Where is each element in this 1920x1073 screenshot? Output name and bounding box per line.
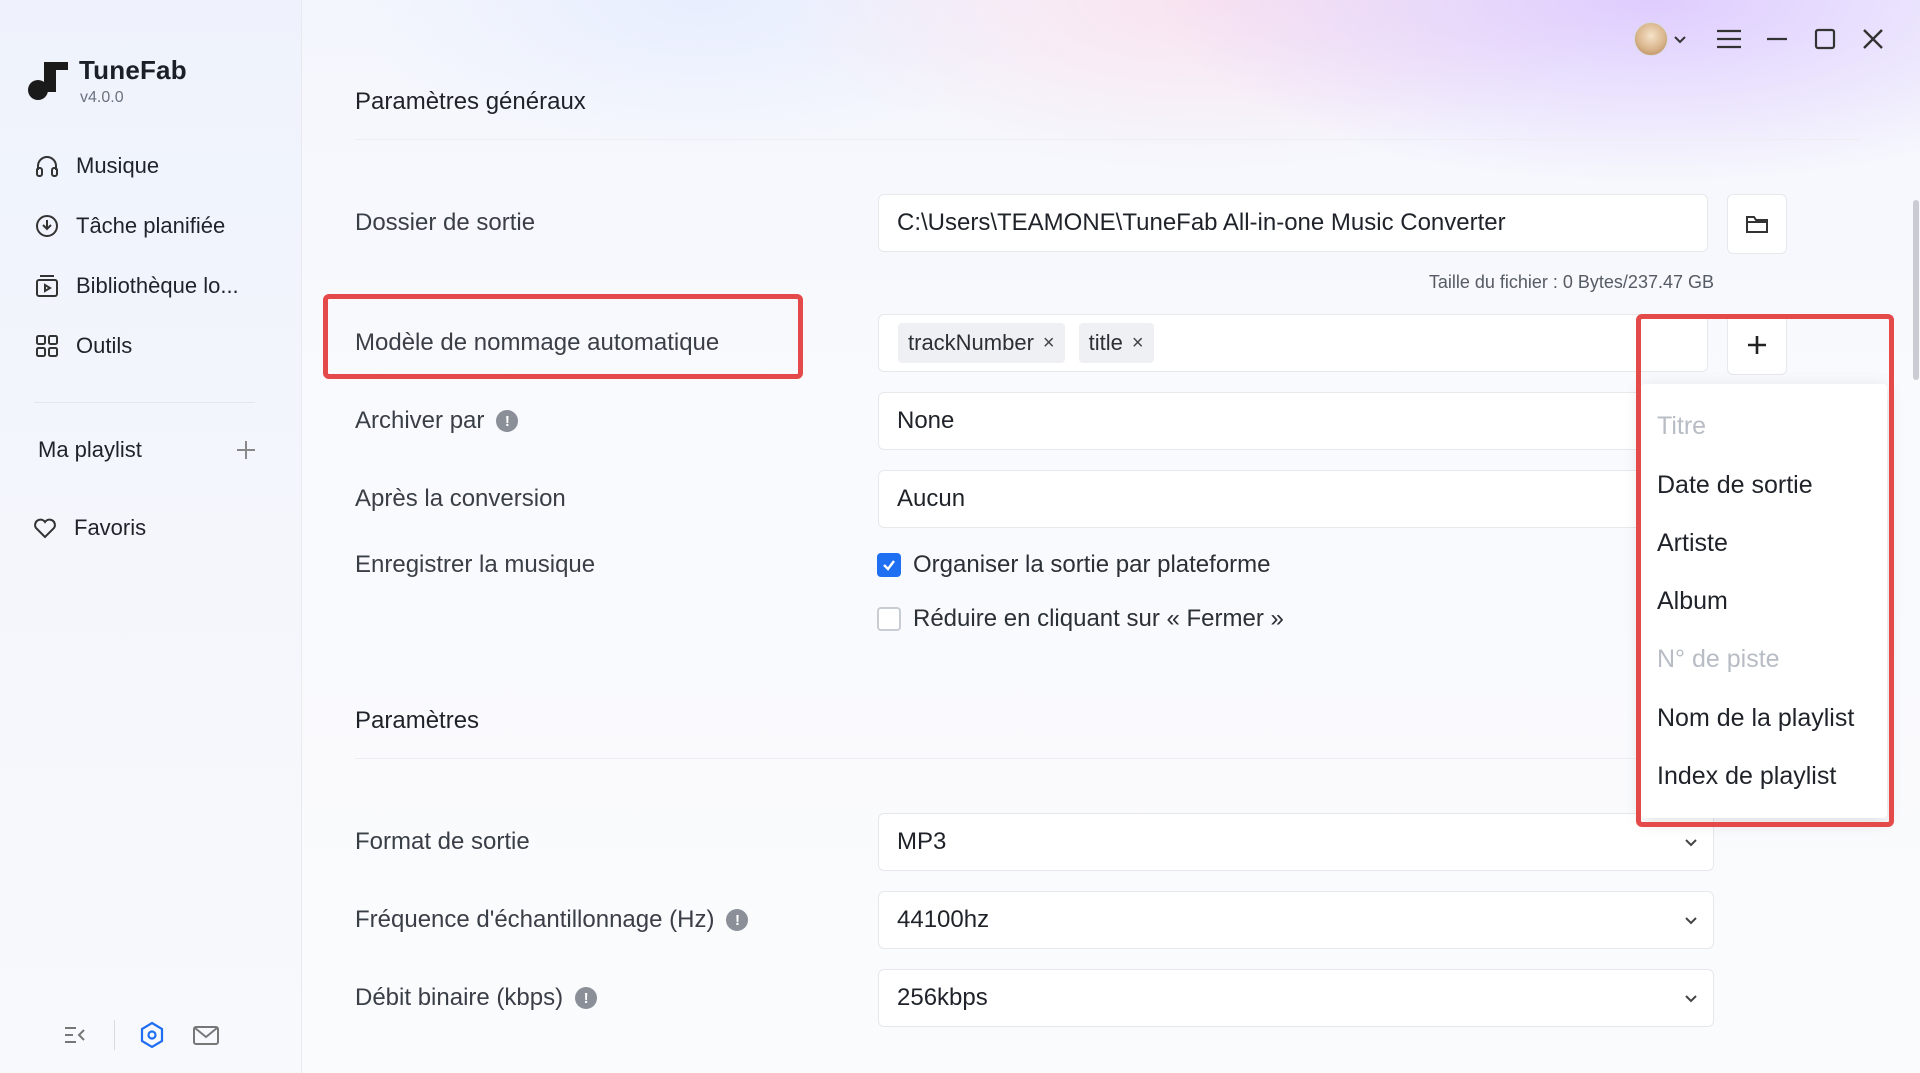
sample-rate-select[interactable]: 44100hz bbox=[878, 891, 1714, 949]
tag-label: title bbox=[1088, 330, 1123, 355]
bitrate-value: 256kbps bbox=[897, 984, 988, 1011]
menu-icon[interactable] bbox=[1712, 22, 1746, 56]
maximize-icon[interactable] bbox=[1808, 22, 1842, 56]
headphones-icon bbox=[36, 156, 58, 177]
settings-icon[interactable] bbox=[137, 1020, 167, 1050]
sample-rate-label: Fréquence d'échantillonnage (Hz) ! bbox=[355, 900, 749, 940]
section-divider bbox=[355, 758, 1715, 759]
close-icon[interactable] bbox=[1856, 22, 1890, 56]
parameters-title: Paramètres bbox=[355, 707, 480, 734]
minimize-on-close-checkbox[interactable]: Réduire en cliquant sur « Fermer » bbox=[877, 605, 1284, 633]
minimize-icon[interactable] bbox=[1760, 22, 1794, 56]
sidebar-item-bibliotheque[interactable]: Bibliothèque lo... bbox=[34, 266, 239, 306]
sidebar-item-outils[interactable]: Outils bbox=[34, 326, 132, 366]
highlight-dropdown bbox=[1636, 314, 1894, 827]
naming-tag: trackNumber × bbox=[898, 323, 1065, 363]
minimize-label: Réduire en cliquant sur « Fermer » bbox=[913, 605, 1284, 632]
sidebar-divider bbox=[34, 402, 255, 403]
sidebar-item-tache-planifiee[interactable]: Tâche planifiée bbox=[34, 206, 225, 246]
download-clock-icon bbox=[36, 215, 58, 237]
sidebar-item-label: Tâche planifiée bbox=[76, 213, 226, 238]
heart-icon bbox=[34, 518, 56, 539]
sidebar-item-label: Musique bbox=[76, 153, 160, 178]
scrollbar[interactable] bbox=[1913, 200, 1919, 380]
archive-by-select[interactable]: None bbox=[878, 392, 1714, 450]
collapse-sidebar-icon[interactable] bbox=[60, 1020, 90, 1050]
toolbar-divider bbox=[114, 1020, 115, 1050]
naming-template-field[interactable]: trackNumber × title × bbox=[878, 314, 1708, 372]
organize-by-platform-checkbox[interactable]: Organiser la sortie par plateforme bbox=[877, 551, 1271, 579]
output-format-select[interactable]: MP3 bbox=[878, 813, 1714, 871]
archive-by-label: Archiver par ! bbox=[355, 401, 519, 441]
highlight-naming-label bbox=[323, 294, 803, 379]
chevron-down-icon bbox=[1685, 839, 1697, 847]
browse-folder-button[interactable] bbox=[1727, 194, 1787, 254]
output-format-value: MP3 bbox=[897, 828, 947, 855]
remove-tag-icon[interactable]: × bbox=[1043, 332, 1055, 355]
grid-icon bbox=[36, 335, 58, 357]
save-music-label: Enregistrer la musique bbox=[355, 551, 596, 578]
tag-label: trackNumber bbox=[908, 330, 1034, 355]
info-icon[interactable]: ! bbox=[726, 909, 749, 931]
sidebar-item-label: Favoris bbox=[74, 515, 147, 540]
sidebar-bottom-toolbar bbox=[60, 1020, 221, 1050]
remove-tag-icon[interactable]: × bbox=[1132, 332, 1144, 355]
organize-label: Organiser la sortie par plateforme bbox=[913, 551, 1271, 578]
library-icon bbox=[36, 275, 58, 297]
window-controls bbox=[1634, 22, 1890, 56]
sidebar-item-musique[interactable]: Musique bbox=[34, 146, 159, 186]
archive-by-label-text: Archiver par bbox=[355, 407, 485, 434]
sidebar-item-label: Bibliothèque lo... bbox=[76, 273, 239, 298]
sidebar-item-label: Outils bbox=[76, 333, 133, 358]
chevron-down-icon bbox=[1685, 995, 1697, 1003]
chevron-down-icon bbox=[1685, 917, 1697, 925]
mail-icon[interactable] bbox=[191, 1020, 221, 1050]
naming-tag: title × bbox=[1078, 323, 1154, 363]
general-settings-title: Paramètres généraux bbox=[355, 88, 586, 115]
user-avatar[interactable] bbox=[1634, 22, 1668, 56]
playlist-label: Ma playlist bbox=[38, 437, 142, 462]
bitrate-label: Débit binaire (kbps) ! bbox=[355, 978, 598, 1018]
info-icon[interactable]: ! bbox=[496, 410, 519, 432]
info-icon[interactable]: ! bbox=[575, 987, 598, 1009]
file-size-text: Taille du fichier : 0 Bytes/237.47 GB bbox=[1428, 272, 1714, 292]
output-format-label: Format de sortie bbox=[355, 828, 530, 855]
bitrate-label-text: Débit binaire (kbps) bbox=[355, 984, 564, 1011]
after-conversion-select[interactable]: Aucun bbox=[878, 470, 1714, 528]
sample-rate-label-text: Fréquence d'échantillonnage (Hz) bbox=[355, 906, 715, 933]
sidebar-item-favoris[interactable]: Favoris bbox=[32, 508, 146, 548]
output-folder-field[interactable]: C:\Users\TEAMONE\TuneFab All-in-one Musi… bbox=[878, 194, 1708, 252]
sample-rate-value: 44100hz bbox=[897, 906, 990, 933]
playlist-header: Ma playlist bbox=[38, 430, 258, 470]
tunefab-logo-icon bbox=[28, 62, 68, 100]
checkbox-unchecked-icon bbox=[877, 607, 901, 631]
bitrate-select[interactable]: 256kbps bbox=[878, 969, 1714, 1027]
app-name: TuneFab bbox=[79, 55, 187, 85]
app-version: v4.0.0 bbox=[80, 89, 124, 106]
checkbox-checked-icon bbox=[877, 553, 901, 577]
account-chevron-down-icon[interactable] bbox=[1668, 22, 1692, 56]
sidebar: TuneFab v4.0.0 Musique Tâche planifiée B… bbox=[0, 0, 302, 1073]
add-playlist-icon[interactable] bbox=[234, 438, 258, 462]
section-divider bbox=[355, 139, 1860, 140]
after-conversion-label: Après la conversion bbox=[355, 485, 566, 512]
output-folder-label: Dossier de sortie bbox=[355, 209, 536, 236]
folder-icon bbox=[1746, 216, 1768, 233]
